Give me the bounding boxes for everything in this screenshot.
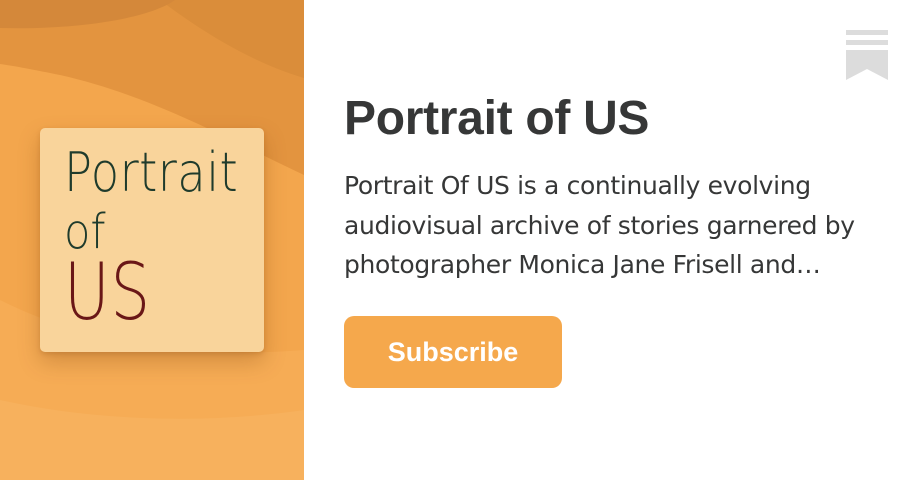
subscribe-button[interactable]: Subscribe [344,316,562,388]
bookmark-icon[interactable] [846,30,888,80]
logo-text-portrait: Portrait [64,141,239,204]
publication-title: Portrait of US [344,92,650,145]
publication-description: Portrait Of US is a continually evolving… [344,171,855,279]
cover-panel: Portrait of US [0,0,304,480]
publication-logo[interactable]: Portrait of US [40,128,264,352]
logo-text-us: US [64,248,151,338]
publication-card: Portrait of US Portrait of US Portrait O… [0,0,920,480]
